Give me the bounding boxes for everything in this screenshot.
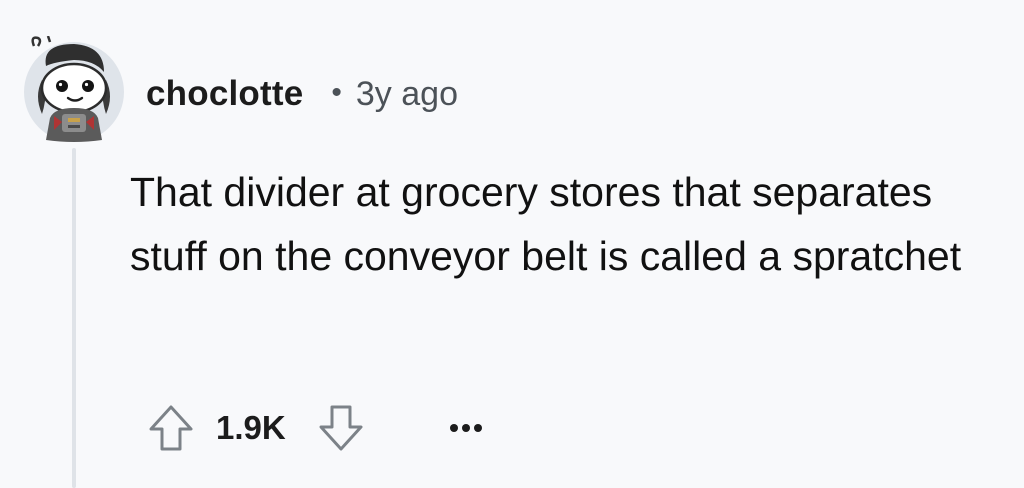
comment-header: choclotte • 3y ago — [146, 66, 458, 122]
comment: choclotte • 3y ago That divider at groce… — [0, 0, 1024, 488]
vote-score: 1.9K — [216, 409, 286, 446]
downvote-arrow-icon — [319, 405, 363, 451]
thread-line[interactable] — [72, 148, 76, 488]
more-options-button[interactable] — [444, 398, 488, 458]
snoo-avatar-icon — [24, 35, 124, 142]
comment-timestamp[interactable]: 3y ago — [356, 75, 458, 114]
comment-body: That divider at grocery stores that sepa… — [130, 169, 962, 279]
comment-actions: 1.9K — [140, 398, 488, 458]
header-separator: • — [331, 76, 342, 109]
avatar[interactable] — [24, 35, 124, 142]
downvote-button[interactable] — [310, 398, 372, 458]
upvote-button[interactable] — [140, 398, 202, 458]
author-username[interactable]: choclotte — [146, 74, 303, 114]
more-options-icon — [450, 424, 482, 432]
upvote-arrow-icon — [149, 405, 193, 451]
